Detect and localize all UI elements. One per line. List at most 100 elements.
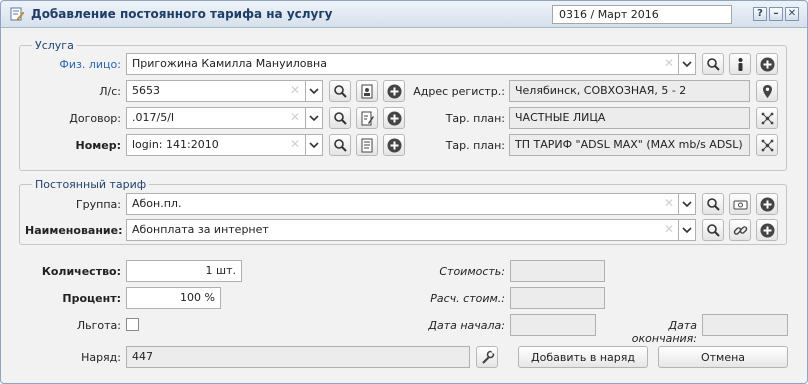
number-add-button[interactable] bbox=[383, 134, 405, 156]
address-field: Челябинск, СОВХОЗНАЯ, 5 - 2 bbox=[509, 80, 750, 102]
contract-add-button[interactable] bbox=[383, 107, 405, 129]
help-button[interactable]: ? bbox=[753, 7, 767, 21]
search-icon bbox=[334, 112, 347, 125]
minimize-button[interactable]: – bbox=[769, 7, 783, 21]
end-date-field[interactable] bbox=[702, 314, 788, 336]
plus-circle-icon bbox=[760, 223, 775, 238]
name-label: Наименование: bbox=[25, 224, 123, 237]
close-button[interactable]: ✕ bbox=[785, 7, 799, 21]
dialog-window: Добавление постоянного тарифа на услугу … bbox=[0, 0, 808, 384]
start-date-field[interactable] bbox=[510, 314, 596, 336]
tariff-plan-label: Тар. план: bbox=[445, 139, 505, 152]
order-edit-button[interactable] bbox=[476, 346, 498, 368]
account-card-button[interactable] bbox=[356, 80, 378, 102]
contract-input[interactable]: .017/5/I bbox=[126, 107, 306, 129]
number-search-button[interactable] bbox=[329, 134, 351, 156]
start-date-label: Дата начала: bbox=[428, 319, 505, 332]
address-value: Челябинск, СОВХОЗНАЯ, 5 - 2 bbox=[515, 84, 687, 97]
clear-icon[interactable]: ✕ bbox=[289, 110, 301, 124]
tariff-plan-network-button[interactable] bbox=[756, 134, 778, 156]
group-dropdown-button[interactable] bbox=[679, 193, 696, 215]
chevron-down-icon bbox=[309, 88, 319, 95]
name-search-button[interactable] bbox=[702, 219, 724, 241]
order-value: 447 bbox=[132, 350, 153, 363]
person-dropdown-button[interactable] bbox=[679, 53, 696, 75]
service-legend: Услуга bbox=[32, 39, 77, 52]
percent-input[interactable]: 100 % bbox=[126, 287, 221, 309]
order-label: Наряд: bbox=[81, 351, 121, 364]
clear-icon[interactable]: ✕ bbox=[663, 222, 675, 236]
plus-circle-icon bbox=[760, 57, 775, 72]
tariff-plan-value: ТП ТАРИФ "ADSL MAX" (MAX mb/s ADSL) bbox=[515, 138, 743, 151]
clear-icon[interactable]: ✕ bbox=[289, 83, 301, 97]
dialog-title: Добавление постоянного тарифа на услугу bbox=[31, 7, 333, 21]
map-pin-icon bbox=[763, 85, 772, 98]
contract-search-button[interactable] bbox=[329, 107, 351, 129]
name-input[interactable]: Абонплата за интернет bbox=[126, 219, 679, 241]
order-field: 447 bbox=[126, 346, 470, 368]
cancel-button[interactable]: Отмена bbox=[658, 346, 788, 368]
chevron-down-icon bbox=[309, 142, 319, 149]
clear-icon[interactable]: ✕ bbox=[663, 56, 675, 70]
number-value: login: 141:2010 bbox=[132, 138, 219, 151]
account-add-button[interactable] bbox=[383, 80, 405, 102]
person-icon bbox=[738, 58, 743, 71]
person-label[interactable]: Физ. лицо: bbox=[25, 58, 121, 71]
quantity-label: Количество: bbox=[41, 265, 121, 278]
name-link-button[interactable] bbox=[729, 219, 751, 241]
search-icon bbox=[707, 58, 720, 71]
chevron-down-icon bbox=[682, 227, 692, 234]
edit-document-icon bbox=[10, 7, 25, 21]
group-money-button[interactable] bbox=[729, 193, 751, 215]
group-label: Группа: bbox=[75, 198, 121, 211]
tariff-plan-value: ЧАСТНЫЕ ЛИЦА bbox=[515, 111, 606, 124]
account-value: 5653 bbox=[132, 84, 160, 97]
tariff-plan-label: Тар. план: bbox=[445, 112, 505, 125]
add-to-order-button[interactable]: Добавить в наряд bbox=[518, 346, 648, 368]
clear-icon[interactable]: ✕ bbox=[663, 196, 675, 210]
end-date-label: Дата окончания: bbox=[631, 319, 697, 345]
network-icon bbox=[761, 112, 774, 125]
person-input[interactable]: Пригожина Камилла Мануиловна bbox=[126, 53, 679, 75]
name-add-button[interactable] bbox=[756, 219, 778, 241]
plus-circle-icon bbox=[760, 197, 775, 212]
account-card-icon bbox=[361, 84, 373, 99]
clear-icon[interactable]: ✕ bbox=[289, 137, 301, 151]
number-dropdown-button[interactable] bbox=[306, 134, 323, 156]
group-input[interactable]: Абон.пл. bbox=[126, 193, 679, 215]
person-add-button[interactable] bbox=[756, 53, 778, 75]
number-input[interactable]: login: 141:2010 bbox=[126, 134, 306, 156]
quantity-input[interactable]: 1 шт. bbox=[126, 260, 242, 282]
number-details-button[interactable] bbox=[356, 134, 378, 156]
benefit-checkbox[interactable] bbox=[126, 318, 139, 331]
group-add-button[interactable] bbox=[756, 193, 778, 215]
group-value: Абон.пл. bbox=[132, 197, 182, 210]
person-search-button[interactable] bbox=[702, 53, 724, 75]
account-input[interactable]: 5653 bbox=[126, 80, 306, 102]
person-value: Пригожина Камилла Мануиловна bbox=[132, 57, 327, 70]
group-search-button[interactable] bbox=[702, 193, 724, 215]
tariff-plan-network-button[interactable] bbox=[756, 107, 778, 129]
address-map-button[interactable] bbox=[756, 80, 778, 102]
chevron-down-icon bbox=[309, 115, 319, 122]
person-info-button[interactable] bbox=[729, 53, 751, 75]
name-dropdown-button[interactable] bbox=[679, 219, 696, 241]
tariff-plan-field: ЧАСТНЫЕ ЛИЦА bbox=[509, 107, 750, 129]
account-label: Л/с: bbox=[99, 85, 121, 98]
chevron-down-icon bbox=[682, 61, 692, 68]
account-search-button[interactable] bbox=[329, 80, 351, 102]
contract-edit-button[interactable] bbox=[356, 107, 378, 129]
money-icon bbox=[733, 200, 748, 210]
contract-dropdown-button[interactable] bbox=[306, 107, 323, 129]
contract-value: .017/5/I bbox=[132, 111, 175, 124]
title-bar[interactable]: Добавление постоянного тарифа на услугу … bbox=[1, 1, 807, 28]
quantity-value: 1 шт. bbox=[205, 264, 236, 277]
contract-label: Договор: bbox=[69, 112, 121, 125]
cost-label: Стоимость: bbox=[439, 265, 505, 278]
name-value: Абонплата за интернет bbox=[132, 223, 269, 236]
plus-circle-icon bbox=[387, 84, 402, 99]
chevron-down-icon bbox=[682, 201, 692, 208]
percent-label: Процент: bbox=[62, 292, 121, 305]
search-icon bbox=[707, 224, 720, 237]
account-dropdown-button[interactable] bbox=[306, 80, 323, 102]
